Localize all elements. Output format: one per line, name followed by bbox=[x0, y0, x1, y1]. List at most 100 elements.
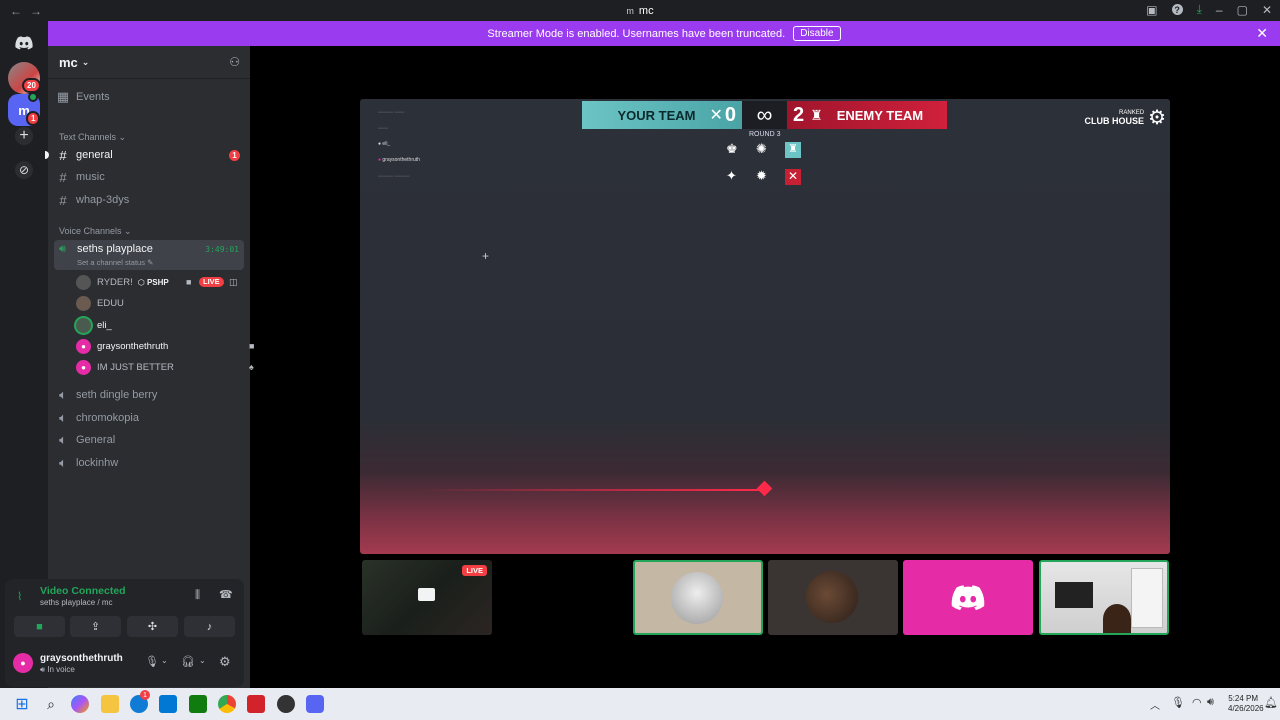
pdf-icon[interactable] bbox=[247, 695, 265, 713]
channel-music[interactable]: # music bbox=[54, 166, 244, 188]
invite-people-icon[interactable]: ⚇ bbox=[229, 55, 240, 69]
channel-music-label: music bbox=[76, 171, 105, 183]
wifi-icon[interactable]: ◠ bbox=[1192, 696, 1202, 709]
chrome-icon[interactable] bbox=[218, 695, 236, 713]
user-avatar[interactable]: ● bbox=[13, 653, 33, 673]
edge-icon[interactable]: 1 bbox=[130, 690, 150, 713]
live-badge: LIVE bbox=[462, 565, 487, 576]
speaker-icon: 🔊︎ bbox=[59, 243, 66, 255]
channel-general[interactable]: # general 1 bbox=[45, 144, 244, 166]
chevron-down-icon[interactable]: ⌄ bbox=[199, 656, 206, 665]
discord-taskbar-icon[interactable] bbox=[306, 695, 324, 713]
server-avatar-1[interactable]: 20 bbox=[8, 62, 41, 94]
app-icon[interactable] bbox=[277, 695, 295, 713]
inbox-icon[interactable]: ▣ bbox=[1146, 3, 1157, 17]
activities-button[interactable]: ✣ bbox=[127, 616, 178, 637]
channel-status[interactable]: Set a channel status ✎ bbox=[77, 258, 153, 267]
maximize-icon[interactable]: ▢ bbox=[1237, 3, 1248, 17]
operator-icon: ♜ bbox=[785, 142, 801, 158]
text-category-label: Text Channels bbox=[59, 132, 117, 142]
discord-avatar-icon: ● bbox=[76, 338, 91, 354]
voice-user-ryder[interactable]: RYDER! ⬡ PSHP ■ LIVE ◫ bbox=[76, 272, 241, 292]
voice-user-grayson[interactable]: ● graysonthethruth ■ bbox=[76, 336, 261, 356]
streamer-mode-banner: Streamer Mode is enabled. Usernames have… bbox=[48, 21, 1280, 46]
stream-preview-tile[interactable]: LIVE bbox=[362, 560, 492, 635]
settings-icon[interactable]: ⚙ bbox=[219, 654, 231, 670]
text-channels-category[interactable]: Text Channels ⌄ bbox=[59, 132, 126, 143]
active-voice-channel[interactable]: 🔊︎ seths playplace 3:49:01 Set a channel… bbox=[54, 240, 244, 270]
discord-home-button[interactable] bbox=[8, 27, 40, 59]
live-badge: LIVE bbox=[199, 277, 224, 287]
channel-whap-3dys[interactable]: # whap-3dys bbox=[54, 189, 244, 211]
round-label: ROUND 3 bbox=[749, 131, 781, 138]
headphones-icon[interactable]: 🎧︎ bbox=[181, 655, 195, 668]
stream-view[interactable]: YOUR TEAM ✕ 0 ∞ 2 ♜ ENEMY TEAM ROUND 3 ♚… bbox=[360, 99, 1170, 554]
voice-user-imjustbetter[interactable]: ● IM JUST BETTER ♠ bbox=[76, 357, 261, 377]
help-icon[interactable]: ? bbox=[1171, 4, 1183, 15]
start-icon[interactable]: ⊞ bbox=[13, 695, 31, 713]
download-icon[interactable]: ⤓ bbox=[1197, 2, 1202, 17]
noise-suppression-icon[interactable]: ⫼ bbox=[195, 589, 200, 602]
voice-channel-seth-dingle-berry[interactable]: 🔈︎ seth dingle berry bbox=[54, 384, 244, 406]
voice-user-eli[interactable]: eli_ bbox=[76, 315, 112, 335]
participant-tile-default[interactable] bbox=[903, 560, 1033, 635]
title-bar: ← → m mc ▣ ? ⤓ – ▢ ✕ bbox=[0, 0, 1280, 21]
voice-channel-label: General bbox=[76, 434, 116, 446]
playstation-icon: ♠ bbox=[249, 362, 254, 372]
voice-indicator-icon bbox=[28, 92, 38, 102]
soundboard-button[interactable]: ♪ bbox=[184, 616, 235, 637]
notification-icon[interactable]: 🔔︎ bbox=[1264, 696, 1278, 709]
minimize-icon[interactable]: – bbox=[1216, 3, 1223, 17]
voice-location[interactable]: seths playplace / mc bbox=[40, 598, 112, 607]
close-banner-icon[interactable]: ✕ bbox=[1256, 25, 1268, 42]
voice-channel-chromokopia[interactable]: 🔈︎ chromokopia bbox=[54, 407, 244, 429]
camera-person bbox=[1103, 604, 1131, 633]
window-title: m mc bbox=[0, 5, 1280, 17]
copilot-icon[interactable] bbox=[71, 695, 89, 713]
search-icon[interactable]: ⌕ bbox=[42, 695, 60, 713]
disconnect-icon[interactable]: ☎ bbox=[219, 588, 233, 601]
close-window-icon[interactable]: ✕ bbox=[1262, 3, 1272, 17]
mic-icon[interactable]: 🎙︎ bbox=[145, 655, 159, 668]
xbox-icon[interactable] bbox=[189, 695, 207, 713]
clock[interactable]: 5:24 PM 4/26/2026 bbox=[1228, 694, 1264, 714]
disable-streamer-mode-button[interactable]: Disable bbox=[793, 26, 841, 41]
clock-time: 5:24 PM bbox=[1228, 694, 1258, 703]
show-hidden-icons[interactable]: ︿ bbox=[1150, 697, 1160, 712]
eliminated-icon: ✕ bbox=[785, 169, 801, 185]
volume-icon[interactable]: 🔊︎ bbox=[1207, 696, 1214, 709]
discover-icon[interactable]: ⊘ bbox=[15, 161, 33, 179]
feed-row: ● eli_ bbox=[378, 141, 391, 147]
events-label: Events bbox=[76, 91, 110, 103]
voice-user-eduu[interactable]: EDUU bbox=[76, 293, 124, 313]
voice-channels-category[interactable]: Voice Channels ⌄ bbox=[59, 226, 132, 237]
events-item[interactable]: ▦ Events bbox=[54, 86, 244, 108]
participant-tile-avatar-2[interactable] bbox=[768, 560, 898, 635]
camera-door bbox=[1131, 568, 1163, 628]
clock-date: 4/26/2026 bbox=[1228, 704, 1264, 713]
participant-tile-camera[interactable] bbox=[1039, 560, 1169, 635]
file-explorer-icon[interactable] bbox=[101, 695, 119, 713]
voice-channel-general[interactable]: 🔈︎ General bbox=[54, 429, 244, 451]
voice-channel-lockinhw[interactable]: 🔈︎ lockinhw bbox=[54, 452, 244, 474]
user-name: graysonthethruth bbox=[40, 653, 123, 664]
scoreboard: YOUR TEAM ✕ 0 ∞ 2 ♜ ENEMY TEAM bbox=[582, 101, 947, 129]
server-header[interactable]: mc ⌄ ⚇ bbox=[48, 46, 250, 79]
store-icon[interactable] bbox=[159, 695, 177, 713]
channel-status-text: Set a channel status bbox=[77, 258, 145, 267]
voice-channel-label: lockinhw bbox=[76, 457, 119, 469]
active-voice-name: seths playplace bbox=[77, 243, 153, 255]
server-mc[interactable]: m 1 bbox=[8, 92, 41, 126]
screen-share-button[interactable]: ⇪ bbox=[70, 616, 121, 637]
avatar bbox=[76, 274, 91, 290]
camera-button[interactable]: ■ bbox=[14, 616, 65, 637]
voice-user-panel: ⌇ Video Connected seths playplace / mc ⫼… bbox=[5, 579, 244, 687]
speaker-icon: 🔈︎ bbox=[59, 455, 67, 470]
user-status-text: In voice bbox=[47, 665, 75, 674]
speaker-icon: 🔈︎ bbox=[59, 410, 67, 425]
mic-tray-icon[interactable]: 🎙︎ bbox=[1171, 696, 1185, 709]
camera-icon: ■ bbox=[36, 620, 43, 633]
chevron-down-icon[interactable]: ⌄ bbox=[161, 656, 168, 665]
participant-tile-avatar-1[interactable] bbox=[633, 560, 763, 635]
add-server-icon[interactable]: + bbox=[15, 127, 33, 145]
